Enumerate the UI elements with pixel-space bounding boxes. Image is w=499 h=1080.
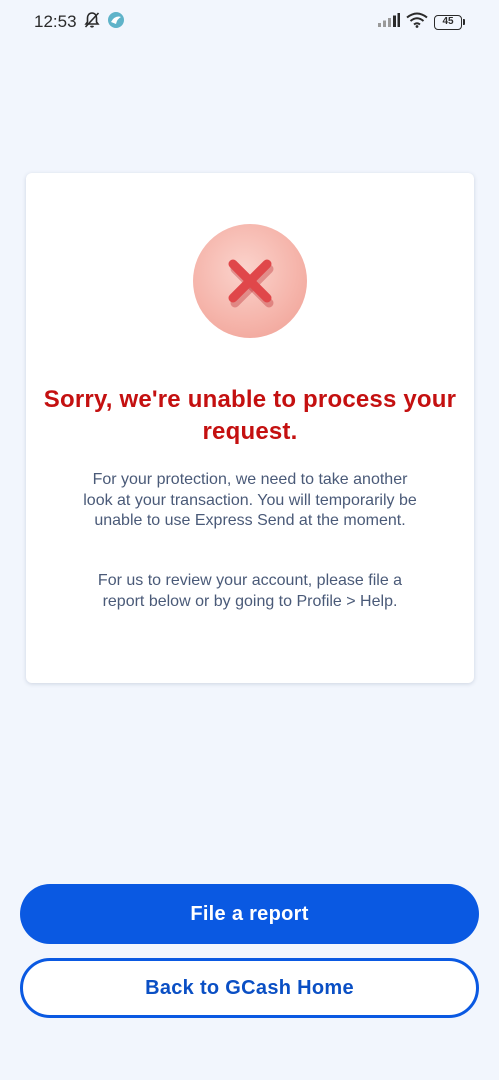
status-bar: 12:53 45 bbox=[0, 0, 499, 44]
app-notification-icon bbox=[107, 11, 125, 34]
close-x-icon bbox=[228, 259, 274, 308]
battery-tip bbox=[463, 19, 465, 25]
error-badge bbox=[193, 224, 307, 338]
status-left: 12:53 bbox=[34, 11, 125, 34]
wifi-icon bbox=[406, 12, 428, 33]
error-description: For your protection, we need to take ano… bbox=[83, 471, 417, 529]
error-card: Sorry, we're unable to process your requ… bbox=[26, 173, 474, 683]
error-help-text: For us to review your account, please fi… bbox=[97, 572, 403, 610]
status-right: 45 bbox=[378, 12, 465, 33]
bell-muted-icon bbox=[83, 11, 101, 34]
screen: 12:53 45 Sorry, we're unable to process … bbox=[0, 0, 499, 1080]
file-report-button[interactable]: File a report bbox=[20, 884, 479, 944]
signal-icon bbox=[378, 12, 400, 32]
battery-icon: 45 bbox=[434, 14, 465, 30]
back-to-home-button[interactable]: Back to GCash Home bbox=[20, 958, 479, 1018]
error-title: Sorry, we're unable to process your requ… bbox=[43, 386, 457, 445]
clock: 12:53 bbox=[34, 12, 77, 31]
battery-level: 45 bbox=[434, 14, 462, 30]
